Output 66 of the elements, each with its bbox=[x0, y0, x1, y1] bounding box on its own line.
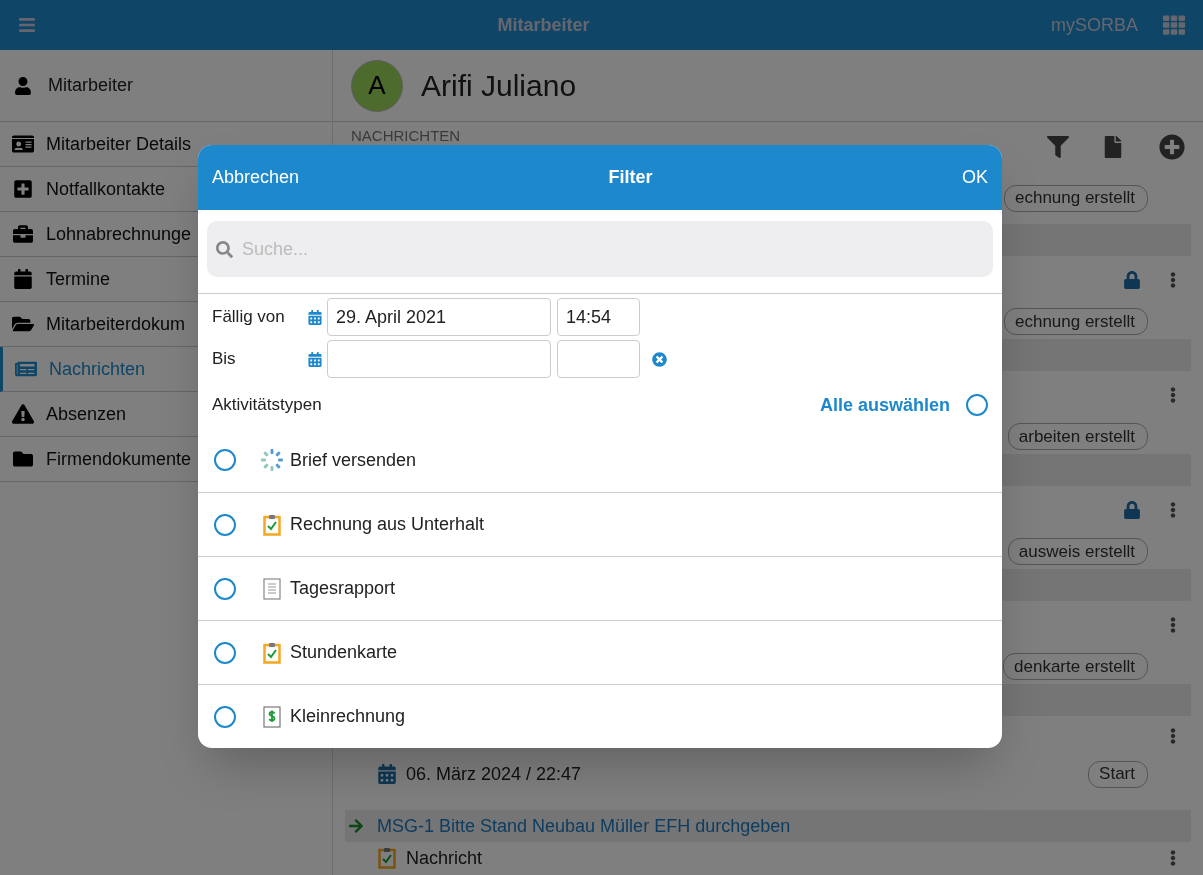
radio-button[interactable] bbox=[214, 513, 236, 536]
clear-icon[interactable] bbox=[652, 351, 667, 367]
section-label: NACHRICHTEN bbox=[351, 125, 462, 146]
more-icon[interactable] bbox=[1170, 501, 1176, 519]
activity-type-item[interactable]: Stundenkarte bbox=[198, 620, 1002, 684]
types-label: Aktivitätstypen bbox=[212, 394, 323, 417]
clipboard-check-icon bbox=[263, 641, 281, 664]
status-chip[interactable]: echnung erstellt bbox=[1003, 308, 1148, 335]
status-chip[interactable]: ausweis erstellt bbox=[1007, 538, 1148, 565]
id-card-icon bbox=[12, 134, 34, 154]
cancel-button[interactable]: Abbrechen bbox=[212, 164, 300, 191]
document-icon bbox=[263, 577, 281, 600]
newspaper-icon bbox=[15, 359, 37, 379]
folder-icon bbox=[12, 449, 34, 469]
dollar-document-icon bbox=[263, 705, 281, 728]
radio-button[interactable] bbox=[214, 705, 236, 728]
clipboard-check-icon bbox=[263, 513, 281, 536]
calendar-icon bbox=[378, 764, 396, 784]
more-icon[interactable] bbox=[1170, 616, 1176, 634]
dialog-title: Filter bbox=[607, 166, 654, 189]
radio-button[interactable] bbox=[214, 577, 236, 600]
radio-button[interactable] bbox=[214, 449, 236, 471]
brand-name: mySORBA bbox=[1051, 13, 1138, 37]
search-icon bbox=[216, 241, 233, 258]
from-time-field[interactable]: 14:54 bbox=[557, 298, 640, 336]
folder-icon bbox=[12, 314, 34, 334]
document-icon[interactable] bbox=[1104, 136, 1122, 158]
dotted-circle-icon bbox=[260, 448, 284, 472]
avatar: A bbox=[351, 59, 403, 112]
employee-name: Arifi Juliano bbox=[421, 68, 577, 104]
status-chip[interactable]: Start bbox=[1088, 760, 1148, 788]
briefcase-icon bbox=[12, 224, 34, 244]
calendar-icon[interactable] bbox=[308, 309, 322, 325]
status-chip[interactable]: arbeiten erstellt bbox=[1007, 423, 1148, 450]
add-icon[interactable] bbox=[1159, 134, 1185, 160]
status-chip[interactable]: echnung erstellt bbox=[1003, 184, 1148, 212]
clipboard-check-icon bbox=[378, 847, 396, 869]
radio-button[interactable] bbox=[214, 641, 236, 664]
filter-icon[interactable] bbox=[1047, 136, 1069, 158]
person-icon bbox=[14, 76, 32, 95]
ok-button[interactable]: OK bbox=[962, 164, 988, 191]
status-chip[interactable]: denkarte erstellt bbox=[1003, 653, 1148, 680]
radio-button[interactable] bbox=[966, 394, 988, 416]
more-icon[interactable] bbox=[1170, 727, 1176, 745]
more-icon[interactable] bbox=[1170, 271, 1176, 289]
to-time-field[interactable] bbox=[557, 340, 640, 378]
to-date-field[interactable] bbox=[327, 340, 551, 378]
select-all-link[interactable]: Alle auswählen bbox=[819, 391, 950, 419]
activity-type-item[interactable]: Rechnung aus Unterhalt bbox=[198, 492, 1002, 556]
date-text: 06. März 2024 / 22:47 bbox=[406, 762, 583, 786]
page-title: Mitarbeiter bbox=[496, 13, 591, 37]
lock-icon bbox=[1124, 271, 1140, 289]
to-label: Bis bbox=[212, 348, 237, 371]
lock-icon bbox=[1124, 501, 1140, 519]
warning-icon bbox=[12, 404, 34, 424]
more-icon[interactable] bbox=[1170, 849, 1176, 867]
more-icon[interactable] bbox=[1170, 386, 1176, 404]
calendar-icon bbox=[12, 269, 34, 289]
sidebar-header: Mitarbeiter bbox=[48, 74, 134, 97]
from-date-field[interactable]: 29. April 2021 bbox=[327, 298, 551, 336]
calendar-icon[interactable] bbox=[308, 351, 322, 367]
activity-type-item[interactable]: Tagesrapport bbox=[198, 556, 1002, 620]
arrow-right-icon bbox=[347, 818, 365, 834]
activity-type-item[interactable]: Kleinrechnung bbox=[198, 684, 1002, 748]
message-type: Nachricht bbox=[406, 846, 484, 870]
from-label: Fällig von bbox=[212, 306, 286, 329]
